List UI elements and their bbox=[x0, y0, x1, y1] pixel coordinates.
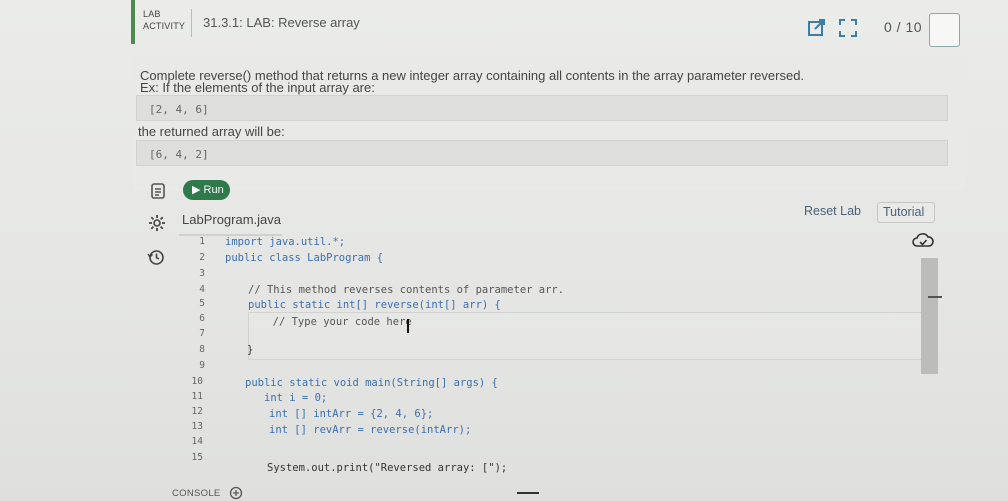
line-number: 10 bbox=[191, 376, 203, 387]
code-line[interactable]: int i = 0; bbox=[264, 392, 327, 404]
tutorial-button[interactable]: Tutorial bbox=[877, 202, 935, 223]
run-label: Run bbox=[203, 184, 224, 196]
code-line[interactable]: public static void main(String[] args) { bbox=[245, 377, 498, 389]
fullscreen-icon[interactable] bbox=[838, 18, 858, 38]
line-number: 13 bbox=[191, 421, 203, 432]
lab-activity-tag: LAB ACTIVITY bbox=[143, 8, 185, 32]
code-line[interactable]: System.out.print("Reversed array: ["); bbox=[267, 462, 507, 474]
code-line[interactable]: int [] revArr = reverse(intArr); bbox=[269, 424, 471, 436]
line-number: 3 bbox=[199, 268, 205, 279]
editor-scrollbar[interactable] bbox=[921, 258, 938, 374]
code-line[interactable]: // Type your code here bbox=[260, 316, 412, 328]
line-number: 2 bbox=[199, 252, 205, 263]
code-line[interactable]: int [] intArr = {2, 4, 6}; bbox=[269, 408, 433, 420]
line-number: 5 bbox=[199, 298, 205, 309]
lab-tag-line1: LAB bbox=[143, 9, 161, 19]
line-number: 7 bbox=[199, 328, 205, 339]
lab-tag-line2: ACTIVITY bbox=[143, 21, 186, 31]
reset-lab-button[interactable]: Reset Lab bbox=[804, 204, 861, 218]
run-button[interactable]: ▶ Run bbox=[183, 180, 230, 200]
code-line[interactable]: import java.util.*; bbox=[225, 236, 345, 248]
notes-icon[interactable] bbox=[149, 182, 167, 200]
line-number: 11 bbox=[191, 391, 203, 402]
sample-output: [6, 4, 2] bbox=[136, 140, 948, 166]
description-line-3: the returned array will be: bbox=[138, 124, 285, 139]
line-number: 12 bbox=[191, 406, 203, 417]
lab-page: LAB ACTIVITY 31.3.1: LAB: Reverse array … bbox=[0, 0, 1008, 501]
completion-checkbox bbox=[929, 13, 960, 47]
console-label[interactable]: CONSOLE bbox=[172, 488, 221, 499]
line-number: 1 bbox=[199, 236, 205, 247]
cloud-sync-icon[interactable] bbox=[912, 232, 934, 250]
code-line[interactable]: public class LabProgram { bbox=[225, 252, 383, 264]
code-line[interactable]: } bbox=[247, 344, 253, 356]
line-number: 8 bbox=[199, 344, 205, 355]
history-icon[interactable] bbox=[147, 248, 165, 266]
play-icon: ▶ bbox=[192, 184, 201, 196]
code-line[interactable]: public static int[] reverse(int[] arr) { bbox=[248, 299, 501, 311]
score-text: 0 / 10 bbox=[884, 19, 923, 35]
code-line[interactable]: // This method reverses contents of para… bbox=[248, 284, 564, 296]
lab-title: 31.3.1: LAB: Reverse array bbox=[203, 15, 360, 30]
divider bbox=[517, 492, 539, 494]
external-link-icon[interactable] bbox=[807, 18, 827, 38]
scroll-marker bbox=[928, 296, 942, 298]
line-number: 4 bbox=[199, 284, 205, 295]
sample-input: [2, 4, 6] bbox=[136, 95, 948, 121]
settings-icon[interactable] bbox=[148, 214, 166, 232]
expand-console-icon[interactable] bbox=[229, 486, 243, 500]
text-cursor bbox=[407, 319, 409, 333]
line-number: 15 bbox=[191, 452, 203, 463]
line-number: 9 bbox=[199, 360, 205, 371]
description-line-2: Ex: If the elements of the input array a… bbox=[140, 80, 375, 95]
line-number: 6 bbox=[199, 313, 205, 324]
file-tab[interactable]: LabProgram.java bbox=[182, 212, 281, 227]
line-number: 14 bbox=[191, 436, 203, 447]
lab-accent-bar bbox=[131, 0, 135, 44]
header-divider bbox=[191, 9, 192, 37]
